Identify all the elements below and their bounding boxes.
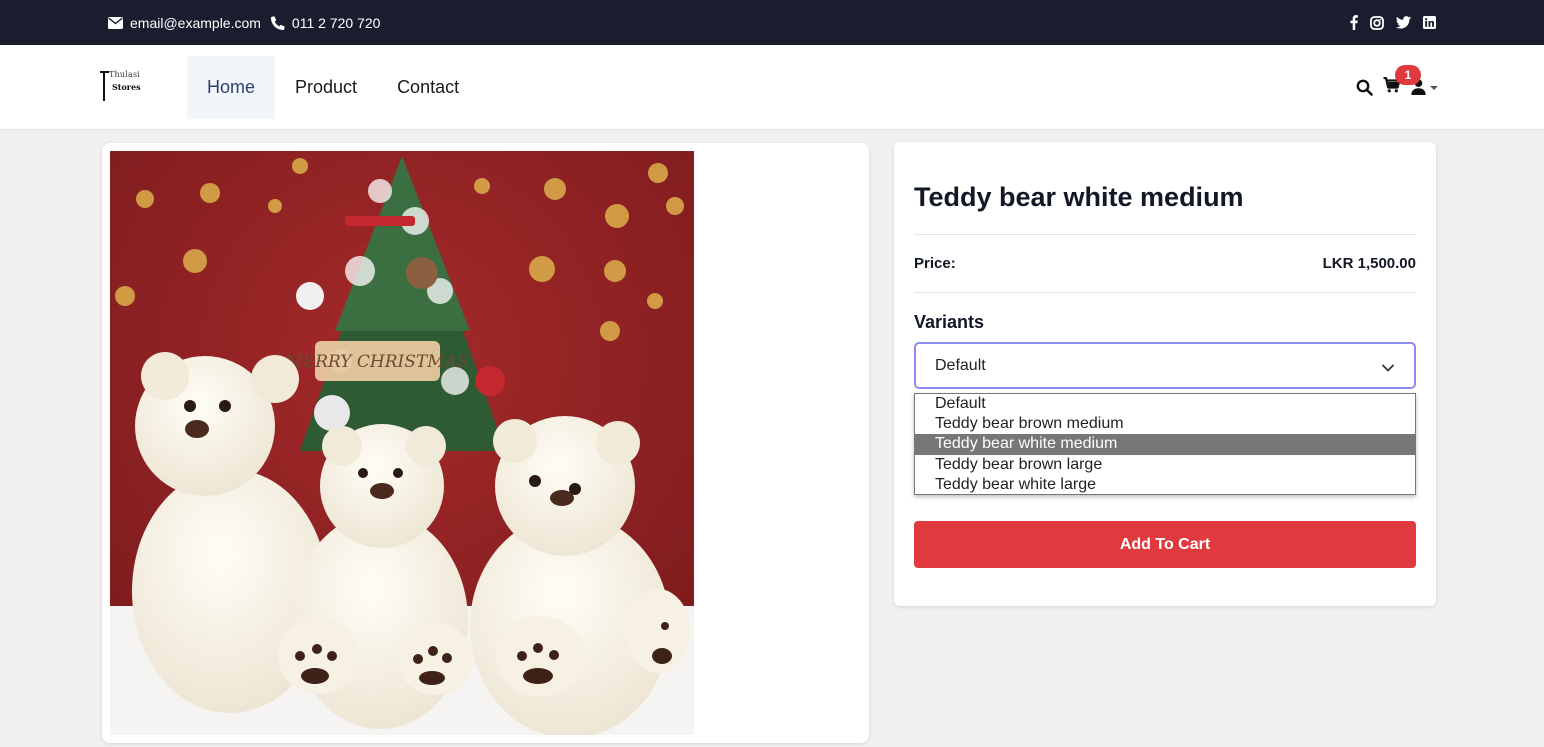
caret-down-icon [1430, 85, 1438, 90]
search-icon[interactable] [1356, 79, 1373, 96]
nav-contact[interactable]: Contact [377, 56, 479, 119]
product-info-card: Teddy bear white medium Price: LKR 1,500… [894, 142, 1436, 606]
variant-option[interactable]: Default [915, 394, 1415, 414]
brand-logo[interactable]: Thulasi Stores [100, 69, 152, 103]
logo-line2: Stores [112, 82, 141, 92]
main-navbar: Thulasi Stores Home Product Contact 1 [0, 45, 1544, 130]
nav-home[interactable]: Home [187, 56, 276, 119]
email-text: email@example.com [130, 14, 261, 31]
logo-bar [103, 71, 105, 101]
price-label: Price: [914, 255, 956, 272]
envelope-icon [108, 16, 123, 29]
variant-dropdown-list: Default Teddy bear brown medium Teddy be… [914, 393, 1416, 495]
product-image-card: MERRY CHRISTMAS [102, 143, 869, 743]
product-image: MERRY CHRISTMAS [110, 151, 694, 735]
image-banner-text: MERRY CHRISTMAS [284, 352, 468, 372]
top-bar: email@example.com 011 2 720 720 [0, 0, 1544, 45]
price-value: LKR 1,500.00 [1322, 255, 1416, 272]
variant-option-highlighted[interactable]: Teddy bear white medium [915, 434, 1415, 455]
product-title: Teddy bear white medium [914, 182, 1244, 212]
instagram-icon[interactable] [1370, 15, 1384, 30]
chevron-down-icon [1382, 359, 1394, 377]
email-contact[interactable]: email@example.com [108, 15, 261, 31]
social-links [1350, 0, 1436, 45]
phone-text: 011 2 720 720 [291, 14, 381, 31]
phone-icon [270, 15, 285, 30]
variant-option[interactable]: Teddy bear brown medium [915, 414, 1415, 434]
variant-option[interactable]: Teddy bear brown large [915, 455, 1415, 475]
facebook-icon[interactable] [1350, 15, 1358, 30]
add-to-cart-button[interactable]: Add To Cart [914, 521, 1416, 568]
twitter-icon[interactable] [1396, 16, 1411, 29]
phone-contact[interactable]: 011 2 720 720 [270, 14, 381, 31]
nav-links: Home Product Contact [187, 56, 479, 119]
variant-select-value: Default [935, 356, 986, 374]
variants-label: Variants [914, 312, 985, 332]
linkedin-icon[interactable] [1423, 16, 1436, 29]
contact-info: email@example.com 011 2 720 720 [108, 0, 382, 45]
divider [914, 292, 1416, 293]
nav-product[interactable]: Product [275, 56, 377, 119]
cart-count-badge: 1 [1395, 64, 1421, 85]
variant-select[interactable]: Default [914, 342, 1416, 389]
nav-actions: 1 [1356, 64, 1438, 99]
divider [914, 234, 1416, 235]
logo-line1: Thulasi [109, 70, 141, 79]
variant-option[interactable]: Teddy bear white large [915, 475, 1415, 495]
cart-button[interactable]: 1 [1383, 64, 1421, 98]
